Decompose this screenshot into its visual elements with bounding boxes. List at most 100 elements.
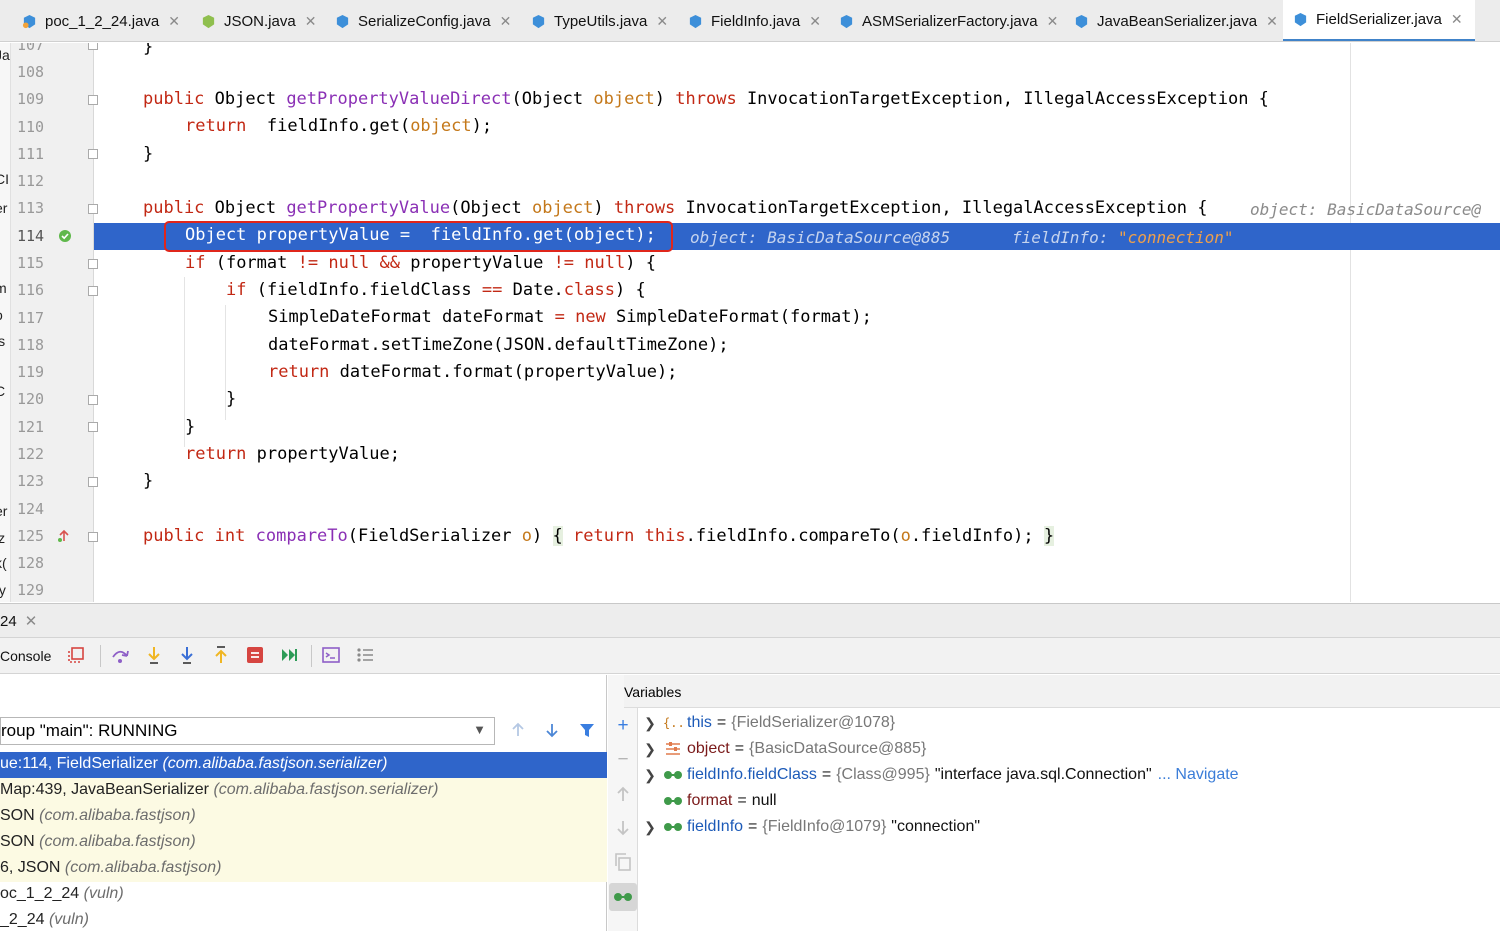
toolbar-separator <box>311 645 312 667</box>
fold-icon[interactable] <box>88 286 98 296</box>
arrow-up-icon[interactable] <box>509 721 527 739</box>
close-icon[interactable]: ✕ <box>500 13 512 30</box>
fold-icon[interactable] <box>88 43 98 50</box>
code-line-118: dateFormat.setTimeZone(JSON.defaultTimeZ… <box>268 335 729 355</box>
thread-selector[interactable]: roup "main": RUNNING ▼ <box>0 717 495 745</box>
tab-field-info[interactable]: FieldInfo.java ✕ <box>688 0 821 41</box>
copy-icon[interactable] <box>612 851 634 873</box>
fold-icon[interactable] <box>88 259 98 269</box>
tab-label: TypeUtils.java <box>554 12 648 30</box>
tab-json[interactable]: JSON.java ✕ <box>201 0 317 41</box>
frame-item[interactable]: 6, JSON (com.alibaba.fastjson) <box>0 856 607 882</box>
tab-field-serializer[interactable]: FieldSerializer.java ✕ <box>1283 0 1475 41</box>
breakpoint-check-icon[interactable] <box>58 229 72 243</box>
frame-item[interactable]: oc_1_2_24 (vuln) <box>0 882 607 908</box>
code-token: object <box>410 116 472 136</box>
variable-type: {Class@995} <box>836 766 930 783</box>
fold-icon[interactable] <box>88 477 98 487</box>
code-token: .fieldInfo.compareTo( <box>685 526 901 546</box>
frame-item[interactable]: SON (com.alibaba.fastjson) <box>0 804 607 830</box>
fold-icon[interactable] <box>88 95 98 105</box>
frame-method: SON <box>0 807 40 824</box>
tab-java-bean-serializer[interactable]: JavaBeanSerializer.java ✕ <box>1074 0 1278 41</box>
line-number: 119 <box>17 363 45 381</box>
drop-frame-icon[interactable] <box>244 644 266 666</box>
close-icon[interactable]: ✕ <box>809 13 821 30</box>
line-number: 110 <box>17 118 45 136</box>
close-icon[interactable]: ✕ <box>1266 13 1278 30</box>
variable-row-this[interactable]: ❯ {..} this={FieldSerializer@1078} <box>639 710 895 736</box>
code-token: object <box>593 89 655 109</box>
frame-item[interactable]: SON (com.alibaba.fastjson) <box>0 830 607 856</box>
chevron-right-icon[interactable]: ❯ <box>639 767 661 784</box>
step-over-icon[interactable] <box>109 644 131 666</box>
tab-label: FieldSerializer.java <box>1316 11 1442 28</box>
fold-icon[interactable] <box>88 149 98 159</box>
show-watches-toggle[interactable] <box>609 883 637 911</box>
evaluate-expression-icon[interactable] <box>320 644 342 666</box>
code-token: ) <box>593 198 614 218</box>
project-fragment: k( <box>0 555 7 571</box>
code-token: return <box>573 526 635 546</box>
line-number: 109 <box>17 90 45 108</box>
java-class-icon <box>689 14 702 28</box>
chevron-right-icon[interactable]: ❯ <box>639 819 661 836</box>
tab-serialize-config[interactable]: SerializeConfig.java ✕ <box>335 0 512 41</box>
step-into-icon[interactable] <box>143 644 165 666</box>
code-token: ) { <box>614 280 646 300</box>
variables-header: Variables <box>624 675 1500 708</box>
variable-row-fieldinfo[interactable]: ❯ fieldInfo = {FieldInfo@1079} "connection" <box>639 814 980 840</box>
code-line-116: if (fieldInfo.fieldClass == Date.class) … <box>226 280 646 300</box>
remove-watch-icon[interactable]: − <box>612 749 634 771</box>
frame-package: (com.alibaba.fastjson) <box>39 833 196 850</box>
code-text: } <box>143 43 154 57</box>
console-tab[interactable]: Console <box>0 648 51 664</box>
tab-type-utils[interactable]: TypeUtils.java ✕ <box>531 0 668 41</box>
close-icon[interactable]: ✕ <box>168 13 180 30</box>
step-out-icon[interactable] <box>210 644 232 666</box>
trace-icon[interactable] <box>354 644 376 666</box>
fold-icon[interactable] <box>88 532 98 542</box>
navigate-link[interactable]: ... Navigate <box>1158 766 1239 784</box>
variable-name: this <box>687 714 712 731</box>
close-icon[interactable]: ✕ <box>1451 11 1463 28</box>
line-number: 122 <box>17 445 45 463</box>
fold-icon[interactable] <box>88 204 98 214</box>
add-watch-icon[interactable]: + <box>612 715 634 737</box>
chevron-right-icon[interactable]: ❯ <box>639 741 661 758</box>
fold-icon[interactable] <box>88 422 98 432</box>
variable-row-object[interactable]: ❯ object = {BasicDataSource@885} <box>639 736 926 762</box>
variable-row-format[interactable]: format = null <box>639 788 777 814</box>
arrow-down-icon[interactable] <box>543 721 561 739</box>
code-token: (Object <box>450 198 532 218</box>
code-line-109: public Object getPropertyValueDirect(Obj… <box>143 89 1269 109</box>
line-gutter[interactable]: 107 108 109 110 111 112 113 114 115 116 … <box>11 43 98 602</box>
code-token: } <box>1043 526 1055 546</box>
frame-item[interactable]: Map:439, JavaBeanSerializer (com.alibaba… <box>0 778 607 804</box>
filter-icon[interactable] <box>578 721 596 739</box>
code-line-121: } <box>185 417 195 437</box>
frame-item[interactable]: ue:114, FieldSerializer (com.alibaba.fas… <box>0 752 607 778</box>
close-icon[interactable]: ✕ <box>1047 13 1059 30</box>
code-editor[interactable]: Ja CI er m o ls C r er iz k( ty 107 108 … <box>0 43 1500 602</box>
tab-poc-1-2-24[interactable]: poc_1_2_24.java ✕ <box>22 0 180 41</box>
tab-asm-serializer-factory[interactable]: ASMSerializerFactory.java ✕ <box>839 0 1059 41</box>
variable-row-fieldinfo-fieldclass[interactable]: ❯ fieldInfo.fieldClass = {Class@995} "inter… <box>639 762 1239 788</box>
debug-session-tab[interactable]: 24 ✕ <box>0 612 37 630</box>
project-fragment: r <box>0 477 10 493</box>
close-icon[interactable]: ✕ <box>25 613 38 630</box>
force-step-into-icon[interactable] <box>176 644 198 666</box>
frame-item[interactable]: _2_24 (vuln) <box>0 908 607 931</box>
fold-icon[interactable] <box>88 395 98 405</box>
close-icon[interactable]: ✕ <box>656 13 668 30</box>
implements-method-icon[interactable] <box>57 529 71 543</box>
chevron-right-icon[interactable]: ❯ <box>639 715 661 732</box>
run-to-cursor-icon[interactable] <box>278 644 300 666</box>
code-token: SimpleDateFormat(format); <box>605 307 872 327</box>
close-icon[interactable]: ✕ <box>305 13 317 30</box>
line-number: 124 <box>17 500 45 518</box>
move-down-icon[interactable] <box>612 817 634 839</box>
show-execution-point-icon[interactable] <box>66 644 88 666</box>
move-up-icon[interactable] <box>612 783 634 805</box>
